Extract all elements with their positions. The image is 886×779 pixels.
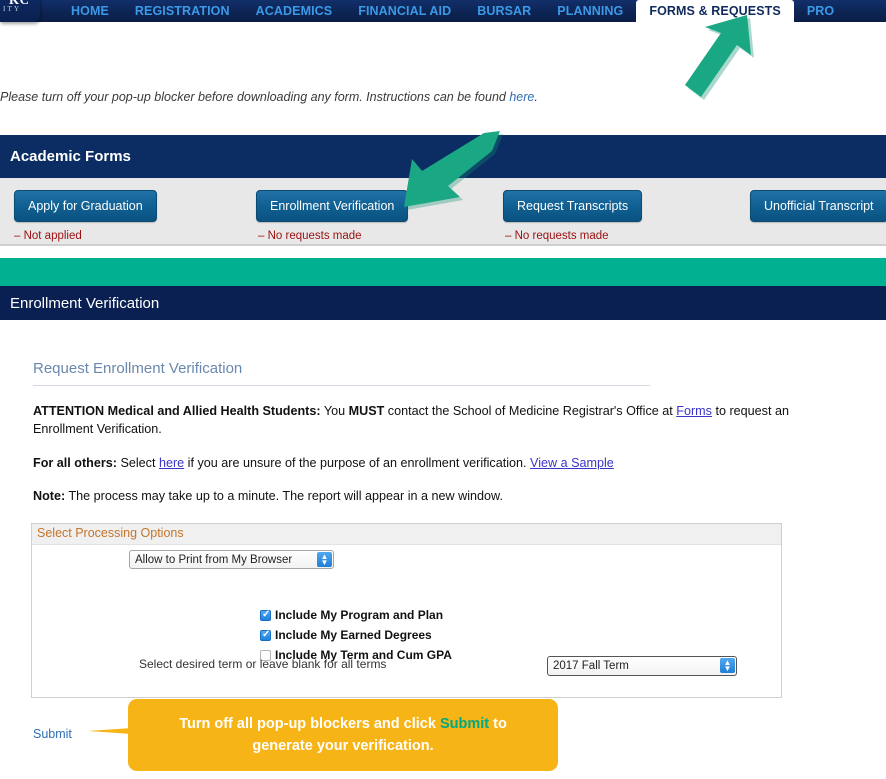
checkbox-row-earned-degrees[interactable]: Include My Earned Degrees	[260, 628, 432, 642]
term-select[interactable]: 2017 Fall Term ▲ ▼	[547, 656, 737, 676]
note-label: Note:	[33, 488, 66, 503]
nav-item-home[interactable]: HOME	[58, 0, 122, 22]
attention-mid-1: You	[320, 404, 349, 418]
popup-blocker-notice: Please turn off your pop-up blocker befo…	[0, 90, 538, 104]
checkbox-program-and-plan-label: Include My Program and Plan	[275, 608, 444, 622]
note-text: The process may take up to a minute. The…	[65, 488, 503, 503]
for-all-others-paragraph: For all others: Select here if you are u…	[33, 454, 803, 472]
submit-link[interactable]: Submit	[33, 727, 72, 741]
nav-item-registration[interactable]: REGISTRATION	[122, 0, 243, 22]
chevron-updown-icon: ▲ ▼	[720, 658, 735, 673]
others-mid-2: if you are unsure of the purpose of an e…	[184, 455, 531, 470]
processing-options-title: Select Processing Options	[32, 524, 781, 545]
request-enrollment-verification-subtitle: Request Enrollment Verification	[33, 360, 650, 386]
top-navigation-bar: KC ITY HOME REGISTRATION ACADEMICS FINAN…	[0, 0, 886, 22]
nav-item-financial-aid[interactable]: FINANCIAL AID	[345, 0, 464, 22]
for-all-others-label: For all others:	[33, 455, 117, 470]
notice-text-after: .	[534, 90, 538, 104]
callout-submit-highlight: Submit	[439, 715, 490, 732]
others-mid-1: Select	[116, 455, 159, 470]
submit-instruction-callout: Turn off all pop-up blockers and click S…	[128, 699, 558, 771]
checkbox-program-and-plan-box[interactable]	[260, 609, 271, 621]
notice-text-before: Please turn off your pop-up blocker befo…	[0, 90, 510, 104]
university-logo[interactable]: KC ITY	[0, 0, 40, 22]
view-a-sample-link[interactable]: View a Sample	[530, 456, 614, 470]
select-processing-options-panel: Select Processing Options Allow to Print…	[31, 523, 782, 698]
term-select-value: 2017 Fall Term	[553, 660, 629, 672]
checkbox-earned-degrees-label: Include My Earned Degrees	[275, 628, 432, 642]
note-paragraph: Note: The process may take up to a minut…	[33, 487, 803, 505]
apply-for-graduation-status: – Not applied	[14, 230, 82, 242]
main-content: Request Enrollment Verification ATTENTIO…	[0, 320, 886, 698]
nav-item-academics[interactable]: ACADEMICS	[243, 0, 346, 22]
print-option-select[interactable]: Allow to Print from My Browser ▲ ▼	[129, 550, 334, 569]
chevron-updown-icon: ▲ ▼	[317, 552, 332, 567]
notice-instructions-link[interactable]: here	[509, 90, 534, 104]
callout-line-2: generate your verification.	[252, 738, 434, 754]
nav-item-pro[interactable]: PRO	[794, 0, 847, 22]
apply-for-graduation-button[interactable]: Apply for Graduation	[14, 190, 157, 222]
page-root: KC ITY HOME REGISTRATION ACADEMICS FINAN…	[0, 0, 886, 779]
term-select-label: Select desired term or leave blank for a…	[139, 657, 387, 671]
enrollment-verification-status: – No requests made	[258, 230, 362, 242]
callout-pointer	[88, 728, 132, 734]
teal-accent-bar	[0, 258, 886, 286]
request-transcripts-status: – No requests made	[505, 230, 609, 242]
attention-paragraph: ATTENTION Medical and Allied Health Stud…	[33, 402, 803, 439]
enrollment-verification-section-header: Enrollment Verification	[0, 286, 886, 320]
callout-line-1: Turn off all pop-up blockers and click S…	[179, 713, 507, 735]
arrow-to-forms-and-requests-tab	[685, 15, 754, 100]
forms-link[interactable]: Forms	[676, 404, 712, 418]
enrollment-verification-button[interactable]: Enrollment Verification	[256, 190, 409, 222]
here-link[interactable]: here	[159, 456, 184, 470]
attention-must-word: MUST	[348, 404, 385, 418]
print-option-value: Allow to Print from My Browser	[135, 553, 293, 566]
nav-item-bursar[interactable]: BURSAR	[464, 0, 544, 22]
unofficial-transcript-button[interactable]: Unofficial Transcript	[750, 190, 886, 222]
callout-line-1-after: to	[489, 715, 507, 732]
academic-forms-buttons-row: Apply for Graduation Enrollment Verifica…	[0, 178, 886, 246]
callout-line-1-before: Turn off all pop-up blockers and click	[179, 715, 440, 732]
attention-label: ATTENTION Medical and Allied Health Stud…	[33, 404, 321, 418]
academic-forms-title: Academic Forms	[0, 135, 886, 178]
request-transcripts-button[interactable]: Request Transcripts	[503, 190, 643, 222]
nav-item-planning[interactable]: PLANNING	[544, 0, 636, 22]
logo-subtitle-text: ITY	[3, 5, 22, 13]
academic-forms-panel: Academic Forms Apply for Graduation Enro…	[0, 135, 886, 246]
checkbox-earned-degrees-box[interactable]	[260, 629, 271, 641]
checkbox-row-program-and-plan[interactable]: Include My Program and Plan	[260, 608, 443, 622]
attention-mid-2: contact the School of Medicine Registrar…	[384, 404, 677, 418]
nav-item-forms-and-requests[interactable]: FORMS & REQUESTS	[636, 0, 794, 22]
nav-items: HOME REGISTRATION ACADEMICS FINANCIAL AI…	[58, 0, 847, 22]
